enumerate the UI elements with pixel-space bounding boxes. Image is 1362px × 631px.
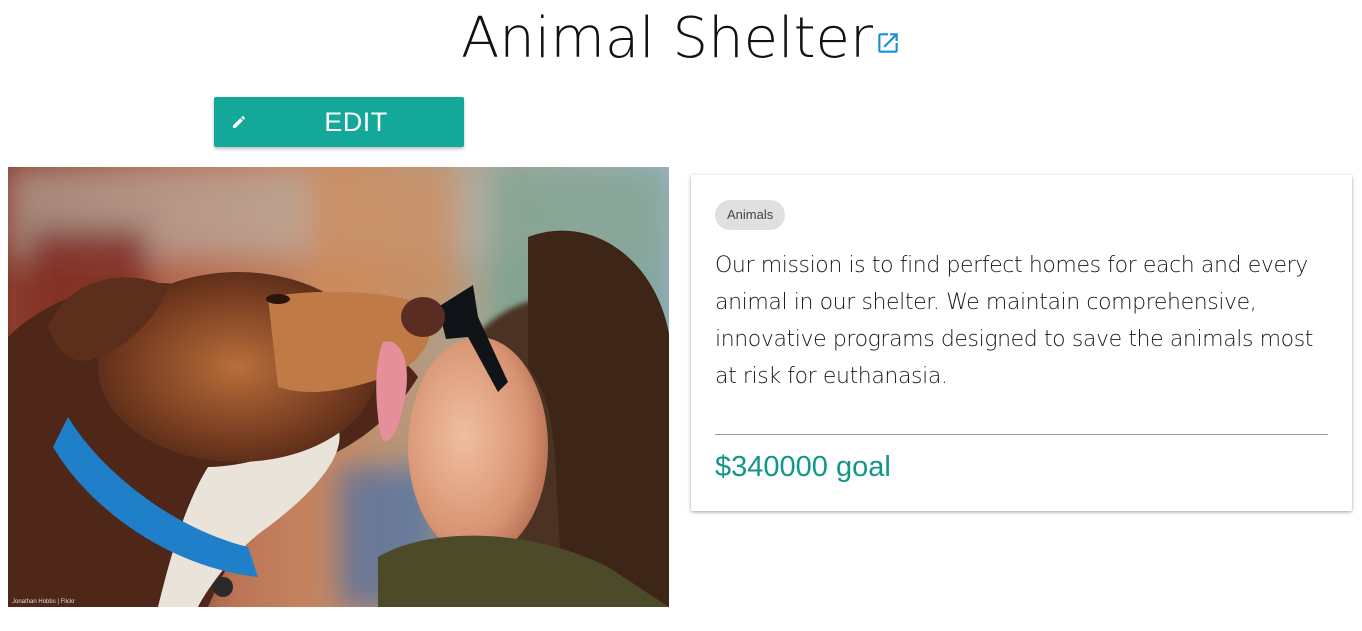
photo-credit: Jonathan Hobbs | Flickr (12, 599, 75, 605)
edit-button[interactable]: EDIT (214, 97, 464, 147)
divider (715, 434, 1328, 435)
category-chip[interactable]: Animals (715, 200, 786, 230)
goal-amount: $340000 goal (715, 451, 891, 483)
mission-text: Our mission is to find perfect homes for… (715, 253, 1314, 389)
edit-button-label: EDIT (324, 107, 388, 137)
shelter-photo: Jonathan Hobbs | Flickr (8, 167, 669, 607)
page: Animal Shelter EDIT Jonathan Hobbs | Fli… (0, 0, 1362, 631)
external-link-icon[interactable] (875, 30, 901, 56)
page-title: Animal Shelter (460, 6, 874, 71)
info-card: Animals Our mission is to find perfect h… (691, 175, 1352, 511)
title-row: Animal Shelter (0, 4, 1362, 76)
